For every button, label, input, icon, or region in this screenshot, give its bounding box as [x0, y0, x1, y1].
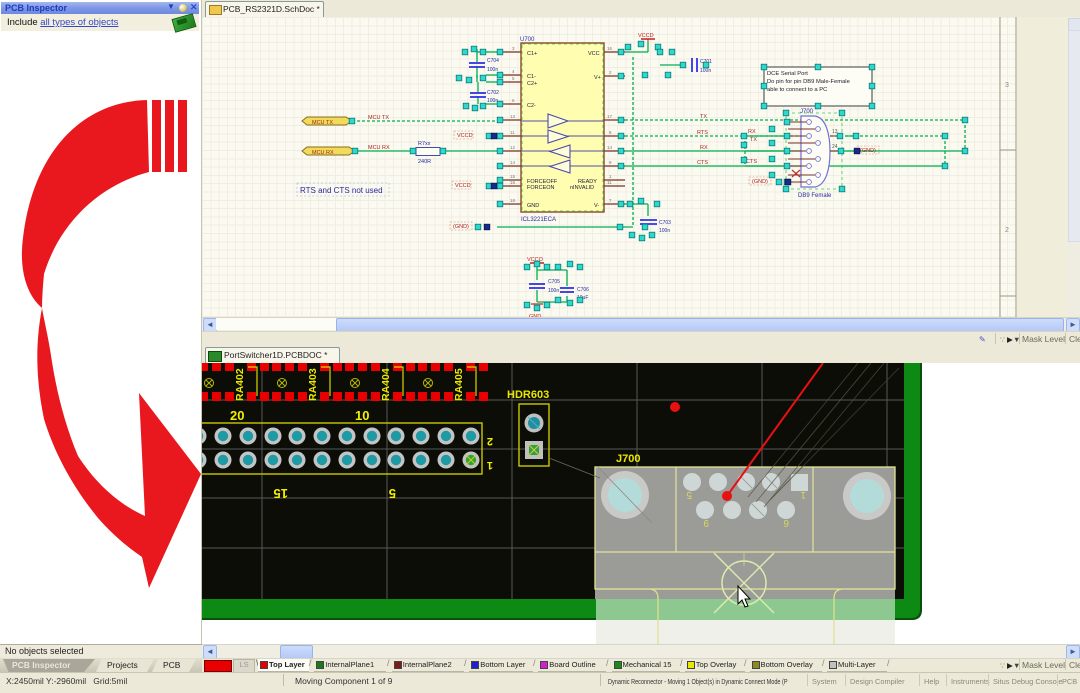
svg-text:C1+: C1+	[527, 51, 537, 57]
svg-text:17: 17	[607, 114, 613, 119]
svg-text:TX: TX	[750, 137, 757, 143]
svg-text:C702: C702	[487, 90, 499, 96]
svg-text:MCU TX: MCU TX	[368, 115, 389, 121]
svg-text:CTS: CTS	[697, 160, 708, 166]
svg-text:Do pin for pin DB9 Male-Female: Do pin for pin DB9 Male-Female	[767, 79, 850, 85]
svg-text:2: 2	[487, 435, 493, 447]
svg-text:RTS and CTS not used: RTS and CTS not used	[300, 186, 383, 195]
svg-text:C2-: C2-	[527, 103, 536, 109]
svg-text:24: 24	[832, 144, 838, 150]
svg-text:100n: 100n	[700, 68, 711, 74]
svg-text:CTS: CTS	[746, 159, 757, 165]
svg-text:3: 3	[512, 46, 515, 51]
svg-text:9: 9	[609, 160, 612, 165]
svg-text:C1-: C1-	[527, 74, 536, 80]
svg-text:RX: RX	[700, 145, 708, 151]
svg-text:MCU TX: MCU TX	[312, 120, 333, 126]
svg-text:(GND): (GND)	[453, 224, 469, 230]
svg-text:HDR603: HDR603	[507, 389, 549, 401]
svg-text:5: 5	[686, 489, 692, 500]
svg-text:J700: J700	[616, 453, 640, 465]
svg-text:5: 5	[389, 486, 396, 501]
svg-text:RX: RX	[748, 129, 756, 135]
svg-text:6: 6	[512, 98, 515, 103]
svg-text:RTS: RTS	[697, 130, 708, 136]
svg-text:2: 2	[609, 70, 612, 75]
svg-text:VCC: VCC	[588, 51, 600, 57]
svg-text:20: 20	[230, 408, 244, 423]
svg-text:1: 1	[487, 459, 493, 471]
svg-text:MCU RX: MCU RX	[312, 150, 334, 156]
svg-text:5: 5	[512, 76, 515, 81]
svg-text:15: 15	[274, 486, 288, 501]
svg-text:8: 8	[609, 130, 612, 135]
svg-text:(GND): (GND)	[860, 148, 876, 154]
svg-text:C704: C704	[487, 58, 499, 64]
svg-text:DB9 Female: DB9 Female	[798, 193, 832, 199]
svg-text:240R: 240R	[418, 159, 431, 165]
svg-text:(GND): (GND)	[752, 179, 768, 185]
svg-text:U700: U700	[520, 37, 535, 43]
svg-text:VCCD: VCCD	[457, 133, 473, 139]
svg-text:C2+: C2+	[527, 81, 537, 87]
svg-text:ICL3221ECA: ICL3221ECA	[521, 217, 556, 223]
svg-text:7: 7	[609, 198, 612, 203]
svg-text:100n: 100n	[487, 98, 498, 104]
svg-text:RA402: RA402	[234, 368, 246, 401]
svg-text:100n: 100n	[659, 228, 670, 234]
svg-text:FORCEON: FORCEON	[527, 185, 555, 191]
svg-text:11: 11	[607, 180, 612, 185]
svg-text:RA405: RA405	[453, 368, 465, 401]
svg-text:VCCD: VCCD	[638, 33, 654, 39]
svg-text:1: 1	[800, 489, 806, 500]
svg-text:6: 6	[783, 517, 789, 528]
svg-text:11: 11	[510, 130, 515, 135]
svg-text:nINVALID: nINVALID	[570, 185, 594, 191]
svg-text:14: 14	[607, 145, 613, 150]
svg-text:MCU RX: MCU RX	[368, 145, 390, 151]
svg-text:VCCD: VCCD	[455, 183, 471, 189]
svg-text:12: 12	[510, 145, 516, 150]
svg-text:4: 4	[512, 69, 515, 74]
svg-text:J700: J700	[800, 109, 814, 115]
svg-text:able to connect to a PC: able to connect to a PC	[767, 87, 827, 93]
svg-text:15: 15	[510, 174, 516, 179]
svg-text:16: 16	[510, 180, 516, 185]
svg-text:18: 18	[510, 198, 516, 203]
svg-text:GND: GND	[527, 203, 539, 209]
svg-text:V+: V+	[594, 75, 601, 81]
svg-text:10: 10	[355, 408, 369, 423]
svg-text:100n: 100n	[548, 288, 559, 294]
svg-text:14: 14	[510, 160, 516, 165]
svg-text:V-: V-	[594, 203, 599, 209]
svg-text:3: 3	[1005, 82, 1009, 89]
svg-text:16: 16	[607, 46, 613, 51]
svg-text:2: 2	[1005, 227, 1009, 234]
svg-text:C706: C706	[577, 287, 589, 293]
svg-text:TX: TX	[700, 114, 707, 120]
svg-text:C703: C703	[659, 220, 671, 226]
svg-text:1: 1	[609, 174, 612, 179]
svg-text:RA403: RA403	[307, 368, 319, 401]
svg-text:RA404: RA404	[380, 368, 392, 401]
svg-text:13: 13	[510, 114, 516, 119]
svg-text:C705: C705	[548, 279, 560, 285]
svg-text:R7xx: R7xx	[418, 141, 431, 147]
svg-text:DCE Serial Port: DCE Serial Port	[767, 71, 808, 77]
svg-text:100n: 100n	[487, 67, 498, 73]
svg-text:9: 9	[703, 517, 709, 528]
